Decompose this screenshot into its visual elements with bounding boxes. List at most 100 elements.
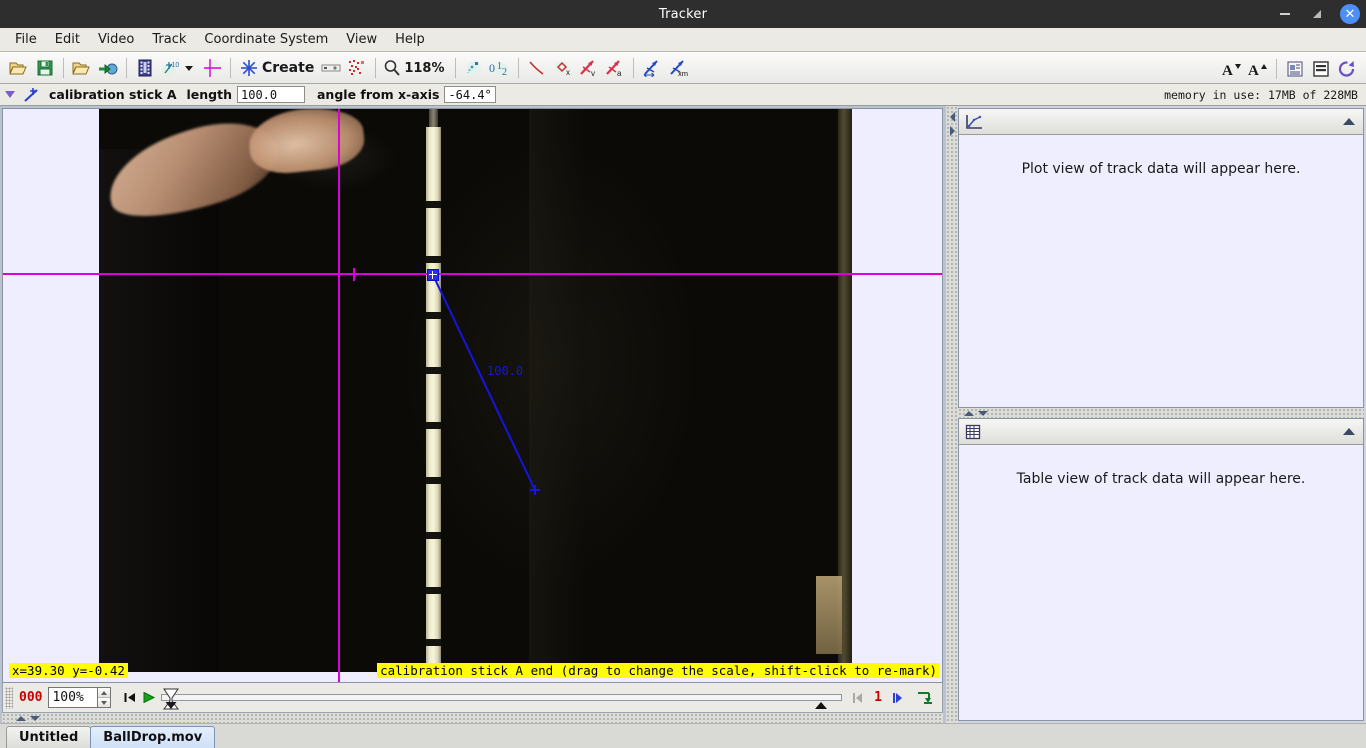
calibration-points-icon[interactable] xyxy=(344,55,370,81)
refresh-icon[interactable] xyxy=(1334,56,1360,82)
step-back-icon[interactable] xyxy=(848,687,868,709)
step-forward-icon[interactable] xyxy=(888,687,908,709)
y-axis[interactable] xyxy=(338,109,340,682)
player-drag-grip[interactable] xyxy=(5,686,13,709)
trails-icon[interactable] xyxy=(461,55,487,81)
menu-coordinate-system[interactable]: Coordinate System xyxy=(195,30,337,49)
menu-view[interactable]: View xyxy=(337,30,386,49)
calibration-stick-start-handle[interactable] xyxy=(427,269,439,281)
table-panel-header[interactable] xyxy=(959,419,1363,445)
go-to-start-icon[interactable] xyxy=(119,687,139,709)
tab-balldrop-mov[interactable]: BallDrop.mov xyxy=(90,726,216,748)
acceleration-vector-icon[interactable]: a xyxy=(602,55,628,81)
notes-icon[interactable] xyxy=(1282,56,1308,82)
splitter-collapse-up-icon[interactable] xyxy=(16,715,26,721)
stretch-vectors-icon[interactable] xyxy=(639,55,665,81)
scale-vectors-icon[interactable]: xm xyxy=(665,55,691,81)
svg-text:v: v xyxy=(591,69,595,77)
svg-text:xm: xm xyxy=(678,69,688,77)
svg-text:A: A xyxy=(1248,63,1259,78)
save-disk-icon[interactable] xyxy=(32,55,58,81)
font-larger-icon[interactable]: A xyxy=(1245,56,1271,82)
video-frame-image xyxy=(99,109,852,672)
position-vector-icon[interactable] xyxy=(524,55,550,81)
collapse-plot-panel-icon[interactable] xyxy=(1343,118,1355,125)
length-label: length xyxy=(186,87,232,102)
x-axis[interactable] xyxy=(3,273,942,275)
menu-track[interactable]: Track xyxy=(143,30,195,49)
rod-band xyxy=(426,201,441,208)
menu-bar: File Edit Video Track Coordinate System … xyxy=(0,28,1366,52)
playhead-thumb[interactable] xyxy=(162,688,180,710)
track-name-label[interactable]: calibration stick A xyxy=(49,87,177,102)
calibration-stick-length-label[interactable]: 100.0 xyxy=(487,364,523,378)
video-canvas[interactable]: 100.0 x=39.30 y=-0.42 calibration stick … xyxy=(2,108,943,683)
plot-view-panel: Plot view of track data will appear here… xyxy=(958,108,1364,408)
video-scrubber[interactable] xyxy=(161,688,843,710)
open-library-icon[interactable] xyxy=(69,55,95,81)
svg-text:0: 0 xyxy=(489,61,495,75)
rod-band xyxy=(426,256,441,263)
menu-file[interactable]: File xyxy=(6,30,46,49)
create-button-label: Create xyxy=(262,60,315,76)
length-input[interactable]: 100.0 xyxy=(237,86,305,103)
video-pane: 100.0 x=39.30 y=-0.42 calibration stick … xyxy=(0,106,946,723)
open-folder-icon[interactable] xyxy=(6,55,32,81)
export-to-web-icon[interactable] xyxy=(95,55,121,81)
menu-edit[interactable]: Edit xyxy=(46,30,89,49)
main-vertical-splitter[interactable] xyxy=(946,106,958,723)
tape-measure-icon[interactable] xyxy=(318,55,344,81)
plot-panel-header[interactable] xyxy=(959,109,1363,135)
tracker-window: Tracker ✕ File Edit Video Track Coordina… xyxy=(0,0,1366,748)
toolbar-separator xyxy=(518,58,520,78)
create-button[interactable]: Create xyxy=(236,55,318,81)
toolbar-separator xyxy=(375,58,377,78)
minimize-icon[interactable] xyxy=(1276,5,1294,23)
menu-video[interactable]: Video xyxy=(89,30,143,49)
clip-settings-icon[interactable] xyxy=(914,687,934,709)
splitter-collapse-down-icon[interactable] xyxy=(30,715,40,721)
01-2-labels-icon[interactable]: 0 1 2 xyxy=(487,55,513,81)
angle-input[interactable]: -64.4° xyxy=(444,86,497,103)
velocity-vector-icon[interactable]: v xyxy=(576,55,602,81)
splitter-collapse-right-icon[interactable] xyxy=(949,126,955,136)
track-control-dropdown-icon[interactable] xyxy=(185,65,193,71)
play-rate-input[interactable]: 100% xyxy=(48,687,99,708)
video-filmstrip-icon[interactable] xyxy=(132,55,158,81)
player-nav-controls: 1 xyxy=(848,687,942,709)
rate-decrease-icon[interactable] xyxy=(98,698,111,707)
maximize-icon[interactable] xyxy=(1308,5,1326,23)
video-player-bar: 000 100% 1 xyxy=(2,683,943,713)
person-silhouette xyxy=(99,149,219,672)
step-size-label[interactable]: 1 xyxy=(874,690,882,705)
close-icon[interactable]: ✕ xyxy=(1340,4,1360,24)
main-toolbar: 10 Create 118% 0 1 2 x v a xm A A xyxy=(0,52,1366,84)
right-splitter-down-icon[interactable] xyxy=(978,410,988,416)
tab-untitled[interactable]: Untitled xyxy=(6,726,92,748)
svg-text:10: 10 xyxy=(172,62,180,69)
zoom-control[interactable]: 118% xyxy=(381,55,450,81)
font-smaller-icon[interactable]: A xyxy=(1219,56,1245,82)
hover-hint-readout: calibration stick A end (drag to change … xyxy=(377,663,940,678)
data-tool-icon[interactable] xyxy=(1308,56,1334,82)
right-splitter-up-icon[interactable] xyxy=(964,410,974,416)
rate-increase-icon[interactable] xyxy=(98,688,111,698)
x-component-icon[interactable]: x xyxy=(550,55,576,81)
expand-triangle-icon[interactable] xyxy=(5,91,15,98)
axes-icon[interactable] xyxy=(199,55,225,81)
toolbar-separator xyxy=(1276,59,1277,79)
video-pane-splitter[interactable] xyxy=(2,713,943,723)
play-rate-stepper[interactable] xyxy=(98,687,112,708)
track-control-icon[interactable]: 10 xyxy=(158,55,184,81)
track-toolbar: calibration stick A length 100.0 angle f… xyxy=(0,84,1366,106)
play-icon[interactable] xyxy=(139,687,159,709)
svg-text:a: a xyxy=(617,69,622,77)
rod-band xyxy=(426,312,441,319)
splitter-collapse-left-icon[interactable] xyxy=(949,112,955,122)
door-panel xyxy=(816,576,842,654)
menu-help[interactable]: Help xyxy=(386,30,434,49)
rod-band xyxy=(426,587,441,594)
tab-bar: Untitled BallDrop.mov xyxy=(0,723,1366,748)
right-pane-splitter[interactable] xyxy=(958,408,1364,418)
collapse-table-panel-icon[interactable] xyxy=(1343,428,1355,435)
